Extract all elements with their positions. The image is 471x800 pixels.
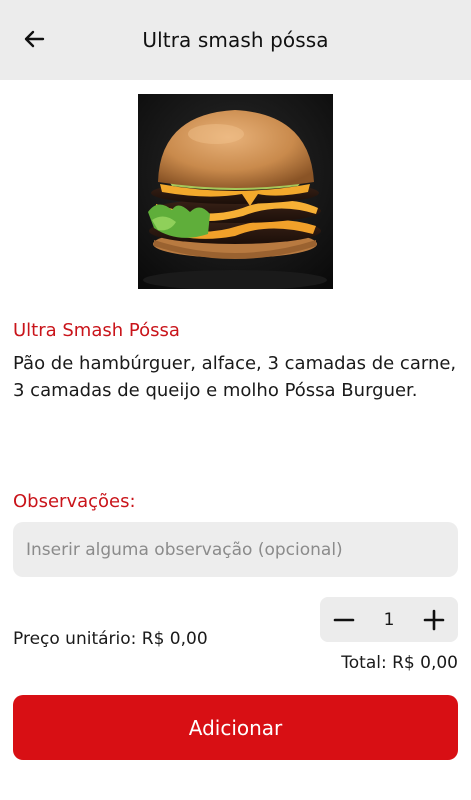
product-image: [138, 94, 333, 289]
page-title: Ultra smash póssa: [142, 28, 329, 52]
plus-icon: [423, 609, 445, 630]
increase-quantity-button[interactable]: [420, 606, 448, 634]
quantity-stepper: 1: [320, 597, 458, 642]
observations-label: Observações:: [13, 491, 136, 512]
minus-icon: [333, 618, 355, 621]
observations-input[interactable]: [13, 522, 458, 577]
product-name: Ultra Smash Póssa: [13, 320, 180, 341]
product-description: Pão de hambúrguer, alface, 3 camadas de …: [13, 353, 457, 401]
unit-price: Preço unitário: R$ 0,00: [13, 629, 208, 649]
arrow-left-icon: [24, 30, 45, 48]
burger-photo: [138, 94, 333, 289]
add-button[interactable]: Adicionar: [13, 695, 458, 760]
quantity-value: 1: [383, 609, 395, 630]
decrease-quantity-button[interactable]: [330, 606, 358, 634]
back-button[interactable]: [14, 22, 54, 56]
total-price: Total: R$ 0,00: [341, 653, 458, 673]
top-app-bar: Ultra smash póssa: [0, 0, 471, 80]
